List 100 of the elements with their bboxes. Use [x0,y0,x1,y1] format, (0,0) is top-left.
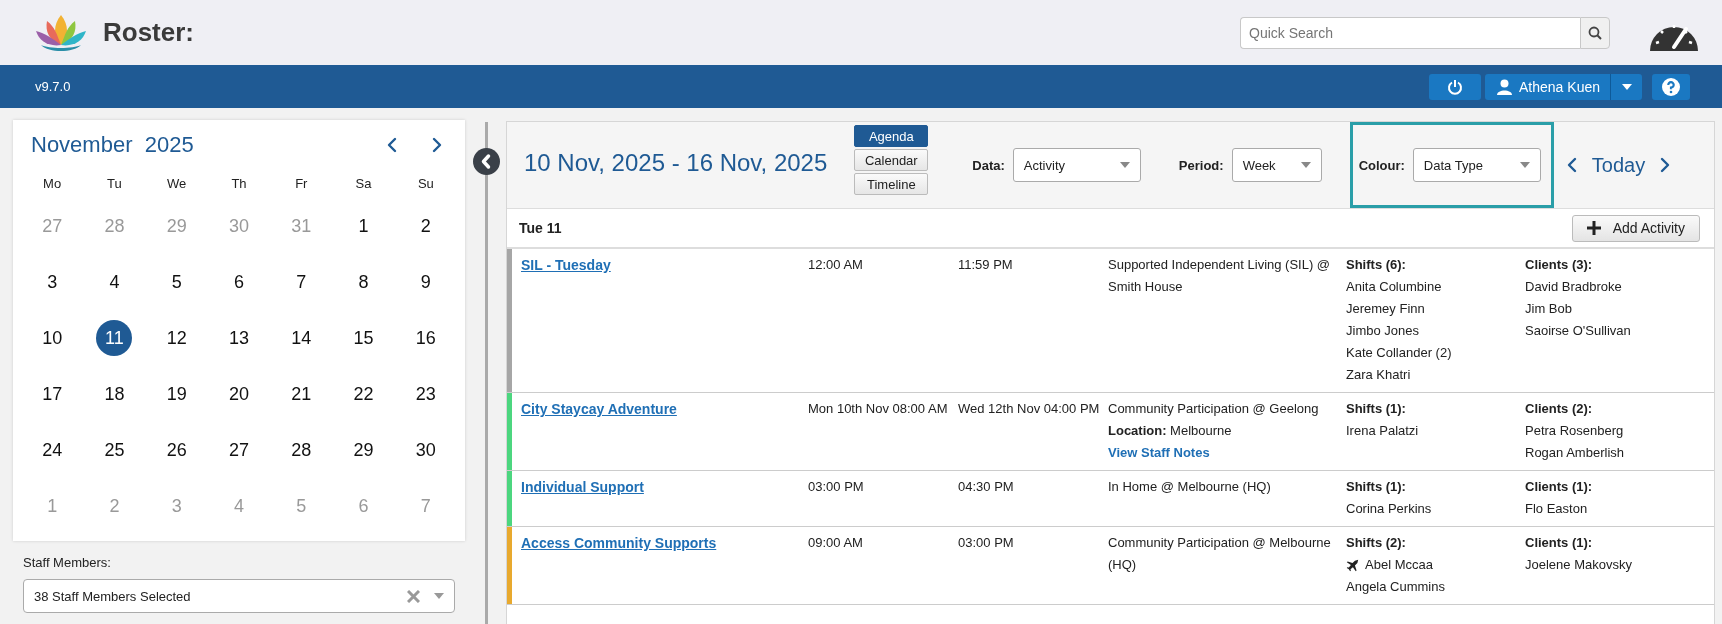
previous-month-icon[interactable] [386,137,398,153]
client-name: Rogan Amberlish [1525,444,1624,462]
dropdown-button[interactable] [1610,73,1642,100]
shifts-heading: Shifts (2): [1346,534,1406,552]
shifts-heading: Shifts (6): [1346,256,1406,274]
activity-location: Community Participation @ Melbourne (HQ) [1108,534,1332,574]
end-time: 11:59 PM [958,257,1013,272]
activity-link[interactable]: SIL - Tuesday [521,257,611,273]
caret-icon [1300,162,1311,168]
clear-icon[interactable] [407,589,420,603]
weekday-label: Th [230,175,248,193]
calendar-day[interactable]: 9 [407,264,444,300]
selected-day[interactable]: 11 [96,320,133,356]
filter-select[interactable]: Data Type [1412,148,1541,182]
version-label: v9.7.0 [35,79,71,94]
staff-name: Angela Cummins [1346,578,1445,596]
calendar-day[interactable]: 5 [158,264,195,300]
day-heading: Tue 11 [519,220,562,236]
calendar-day[interactable]: 23 [407,376,444,412]
calendar-day[interactable]: 6 [221,264,257,300]
calendar-day[interactable]: 13 [221,320,257,356]
staff-select[interactable]: 38 Staff Members Selected [23,579,455,613]
staff-name: Irena Palatzi [1346,422,1419,440]
calendar-day[interactable]: 18 [96,376,133,412]
power-button[interactable] [1429,73,1482,100]
search-icon[interactable] [1588,25,1602,40]
end-time: Wed 12th Nov 04:00 PM [958,401,1100,416]
activity-link[interactable]: Individual Support [521,479,644,495]
staff-name: Jeremey Finn [1346,300,1425,318]
staff-name: Corina Perkins [1346,500,1432,518]
previous-week-icon[interactable] [1565,156,1578,174]
calendar-day[interactable]: 12 [158,320,195,356]
caret-icon [1519,162,1530,168]
calendar-day[interactable]: 28 [283,432,320,468]
next-month-icon[interactable] [431,137,443,153]
start-time: Mon 10th Nov 08:00 AM [808,401,948,416]
date-range: 10 Nov, 2025 - 16 Nov, 2025 [524,149,828,177]
filter-select[interactable]: Week [1231,148,1322,182]
calendar-day[interactable]: 2 [407,208,444,244]
activity-link[interactable]: City Staycay Adventure [521,401,677,417]
activity-location: Supported Independent Living (SIL) @ Smith House [1108,256,1332,296]
filter-select[interactable]: Activity [1012,148,1141,182]
staff-name: Jimbo Jones [1346,322,1419,340]
client-name: Flo Easton [1525,500,1588,518]
calendar-day[interactable]: 27 [221,432,257,468]
next-week-icon[interactable] [1659,156,1672,174]
calendar-day[interactable]: 16 [407,320,444,356]
clients-heading: Clients (3): [1525,256,1593,274]
start-time: 12:00 AM [808,257,863,272]
shifts-heading: Shifts (1): [1346,478,1406,496]
add-activity-button[interactable]: Add Activity [1571,214,1700,242]
calendar-day[interactable]: 8 [345,264,382,300]
client-name: Joelene Makovsky [1525,556,1632,574]
calendar-day[interactable]: 25 [96,432,133,468]
calendar-day[interactable]: 22 [345,376,382,412]
search-field[interactable]: Quick Search [1240,16,1580,49]
calendar-day[interactable]: 7 [283,264,320,300]
user-menu-button[interactable]: Athena Kuen [1485,73,1610,100]
calendar-day[interactable]: 29 [345,432,382,468]
filter-label: Period: [1178,157,1224,173]
staff-notes-link[interactable]: View Staff Notes [1108,442,1210,464]
calendar-day[interactable]: 26 [158,432,195,468]
help-button[interactable] [1652,73,1690,100]
caret-icon [1119,162,1130,168]
staff-name: Anita Columbine [1346,278,1442,296]
weekday-label: Tu [106,175,123,193]
staff-name: Kate Collander (2) [1346,344,1452,362]
client-name: Jim Bob [1525,300,1572,318]
client-name: David Bradbroke [1525,278,1622,296]
calendar-day[interactable]: 21 [283,376,320,412]
field-label: Staff Members: [23,555,112,570]
today-button[interactable]: Today [1591,153,1646,177]
calendar-day[interactable]: 30 [407,432,444,468]
activity-link[interactable]: Access Community Supports [521,535,717,551]
staff-name: Zara Khatri [1346,366,1411,384]
calendar-day[interactable]: 3 [34,264,71,300]
location-detail: Location: Melbourne [1108,422,1232,440]
calendar-day[interactable]: 17 [34,376,71,412]
calendar-day[interactable]: 15 [345,320,382,356]
app-title: Roster: [103,17,194,48]
weekday-label: Fr [294,175,309,193]
search-button[interactable] [1580,16,1610,49]
view-tab[interactable]: Agenda [854,125,929,147]
end-time: 04:30 PM [958,479,1014,494]
caret-icon [434,593,444,599]
calendar-day[interactable]: 1 [345,208,382,244]
calendar-day[interactable]: 20 [221,376,257,412]
filter-label: Colour: [1358,157,1405,173]
weekday-label: Su [416,175,435,193]
calendar-day[interactable]: 19 [158,376,195,412]
calendar-day[interactable]: 4 [96,264,133,300]
collapse-sidebar-icon[interactable] [473,148,500,175]
calendar-day[interactable]: 10 [34,320,71,356]
shifts-heading: Shifts (1): [1346,400,1406,418]
view-tab[interactable]: Timeline [854,173,929,195]
plus-icon [1586,221,1601,235]
calendar-day[interactable]: 24 [34,432,71,468]
calendar-day[interactable]: 14 [283,320,320,356]
start-time: 03:00 PM [808,479,864,494]
view-tab[interactable]: Calendar [854,149,929,171]
